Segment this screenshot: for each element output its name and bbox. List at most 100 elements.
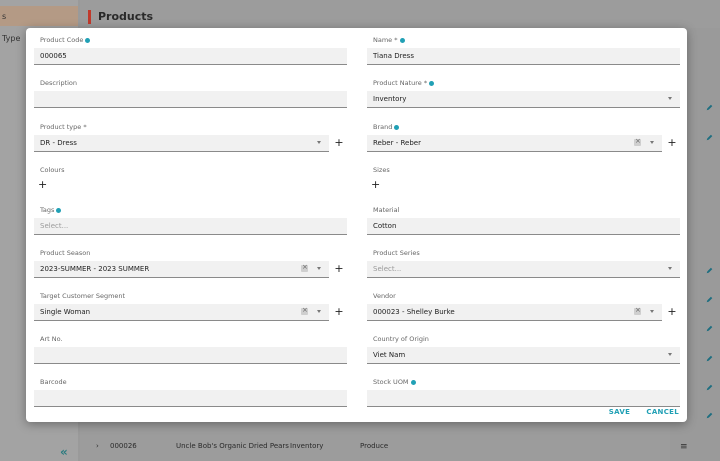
field-label-text: Vendor (373, 292, 396, 300)
edit-pencil-icon[interactable] (706, 412, 713, 419)
product-form-modal: Product Code 000065 Description Product typ… (26, 28, 687, 422)
field-label-text: Sizes (373, 166, 390, 174)
field-value: 000065 (40, 52, 67, 60)
stock-uom-input[interactable] (367, 390, 680, 407)
info-icon[interactable] (429, 80, 435, 86)
art-no-input[interactable] (34, 347, 347, 364)
field-label-text: Product Nature * (373, 79, 428, 87)
field-label-text: Product Code (40, 36, 84, 44)
info-icon[interactable] (410, 379, 416, 385)
info-icon[interactable] (56, 207, 62, 213)
material-input[interactable]: Cotton (367, 218, 680, 235)
tags-input[interactable]: Select... (34, 218, 347, 235)
clear-icon[interactable] (301, 306, 308, 315)
edit-pencil-icon[interactable] (706, 267, 713, 274)
field-label-text: Name * (373, 36, 398, 44)
target-customer-segment-select[interactable]: Single Woman (34, 304, 329, 321)
product-season-select[interactable]: 2023-SUMMER - 2023 SUMMER (34, 261, 329, 278)
save-button[interactable]: SAVE (609, 408, 630, 416)
field-label-text: Description (40, 79, 78, 87)
table-row[interactable]: › 000026 Uncle Bob's Organic Dried Pears… (90, 436, 720, 458)
vendor-select[interactable]: 000023 - Shelley Burke (367, 304, 662, 321)
chevron-down-icon[interactable] (317, 310, 321, 313)
clear-icon[interactable] (634, 306, 641, 315)
field-value: 2023-SUMMER - 2023 SUMMER (40, 265, 150, 273)
clear-icon[interactable] (634, 137, 641, 146)
chevron-down-icon[interactable] (668, 267, 672, 270)
product-type-label: Product type * (40, 123, 87, 131)
edit-pencil-icon[interactable] (706, 104, 713, 111)
field-label-text: Barcode (40, 378, 67, 386)
field-value: 000023 - Shelley Burke (373, 308, 455, 316)
stock-uom-label: Stock UOM (373, 378, 416, 386)
product-series-select[interactable]: Select... (367, 261, 680, 278)
sidebar-item-type[interactable]: Type (2, 34, 20, 43)
placeholder-text: Select... (373, 265, 402, 273)
info-icon[interactable] (399, 37, 405, 43)
info-icon[interactable] (85, 37, 91, 43)
name-label: Name * (373, 36, 405, 44)
edit-pencil-icon[interactable] (706, 384, 713, 391)
field-label-text: Country of Origin (373, 335, 429, 343)
field-label-text: Colours (40, 166, 65, 174)
field-label-text: Product type * (40, 123, 87, 131)
chevron-down-icon[interactable] (650, 310, 654, 313)
cancel-button[interactable]: CANCEL (646, 408, 679, 416)
barcode-label: Barcode (40, 378, 67, 386)
expand-row-icon[interactable]: › (96, 442, 99, 450)
add-colours-icon[interactable]: + (38, 178, 47, 191)
field-value: Tiana Dress (373, 52, 414, 60)
add-product-season-button[interactable]: + (331, 261, 347, 278)
product-code-input[interactable]: 000065 (34, 48, 347, 65)
row-name: Uncle Bob's Organic Dried Pears (176, 442, 289, 450)
add-brand-button[interactable]: + (664, 135, 680, 152)
row-menu-icon[interactable]: ≡ (680, 442, 688, 452)
product-series-label: Product Series (373, 249, 420, 257)
add-product-type-button[interactable]: + (331, 135, 347, 152)
chevron-down-icon[interactable] (317, 141, 321, 144)
product-nature-label: Product Nature * (373, 79, 435, 87)
add-vendor-button[interactable]: + (664, 304, 680, 321)
sidebar-item-label: s (2, 12, 7, 21)
chevron-down-icon[interactable] (317, 267, 321, 270)
edit-pencil-icon[interactable] (706, 325, 713, 332)
description-label: Description (40, 79, 77, 87)
tags-label: Tags (40, 206, 62, 214)
row-category: Produce (360, 442, 389, 450)
brand-select[interactable]: Reber - Reber (367, 135, 662, 152)
field-value: Single Woman (40, 308, 91, 316)
placeholder-text: Select... (40, 222, 69, 230)
chevron-down-icon[interactable] (650, 141, 654, 144)
clear-icon[interactable] (301, 263, 308, 272)
edit-pencil-icon[interactable] (706, 355, 713, 362)
edit-pencil-icon[interactable] (706, 134, 713, 141)
collapse-sidebar-icon[interactable]: « (60, 445, 68, 459)
chevron-down-icon[interactable] (668, 97, 672, 100)
page-title: Products (98, 10, 154, 23)
row-code: 000026 (110, 442, 137, 450)
product-nature-select[interactable]: Inventory (367, 91, 680, 108)
sizes-label: Sizes (373, 166, 390, 174)
product-type-select[interactable]: DR - Dress (34, 135, 329, 152)
colours-label: Colours (40, 166, 64, 174)
add-sizes-icon[interactable]: + (371, 178, 380, 191)
field-value: Cotton (373, 222, 397, 230)
field-label-text: Material (373, 206, 400, 214)
field-value: Reber - Reber (373, 139, 421, 147)
name-input[interactable]: Tiana Dress (367, 48, 680, 65)
chevron-down-icon[interactable] (668, 353, 672, 356)
material-label: Material (373, 206, 399, 214)
edit-pencil-icon[interactable] (706, 296, 713, 303)
field-label-text: Tags (40, 206, 55, 214)
add-target-customer-segment-button[interactable]: + (331, 304, 347, 321)
field-label-text: Target Customer Segment (40, 292, 126, 300)
country-of-origin-select[interactable]: Viet Nam (367, 347, 680, 364)
barcode-input[interactable] (34, 390, 347, 407)
row-nature: Inventory (290, 442, 324, 450)
info-icon[interactable] (394, 124, 400, 130)
field-label-text: Product Series (373, 249, 420, 257)
description-input[interactable] (34, 91, 347, 108)
field-value: DR - Dress (40, 139, 77, 147)
sidebar-item-active[interactable] (0, 6, 78, 26)
field-label-text: Product Season (40, 249, 91, 257)
